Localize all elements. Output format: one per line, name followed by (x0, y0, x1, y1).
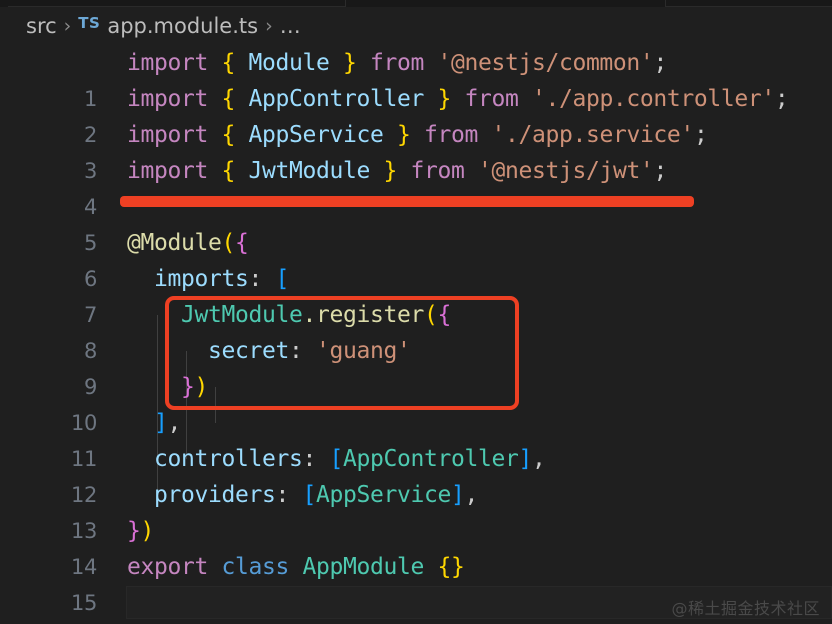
token-semicolon: ; (653, 50, 667, 76)
token-keyword-from: from (464, 86, 519, 112)
token-bracket-close: ] (518, 446, 532, 472)
token-class-appservice: AppService (315, 482, 451, 508)
token-brace-pair: {} (437, 554, 465, 580)
token-identifier-appservice: AppService (248, 122, 384, 148)
token-class-appcontroller: AppController (342, 446, 519, 472)
editor-tab-bar[interactable] (0, 0, 832, 7)
breadcrumb-folder[interactable]: src (26, 14, 57, 38)
line-content[interactable]: import { Module } from '@nestjs/common'; (127, 45, 667, 81)
token-brace-close: } (396, 122, 411, 148)
token-string-app-controller: './app.controller' (531, 86, 775, 112)
token-keyword-import: import (127, 50, 208, 76)
line-content[interactable]: ], (127, 405, 181, 441)
code-line[interactable]: 14 }) (0, 513, 832, 579)
line-content[interactable]: import { JwtModule } from '@nestjs/jwt'; (127, 153, 667, 189)
code-line[interactable]: 11 ], (0, 405, 832, 471)
chevron-right-icon: › (63, 15, 72, 37)
breadcrumb-symbol-ellipsis[interactable]: … (280, 14, 301, 38)
token-keyword-import: import (127, 158, 208, 184)
token-bracket-open: [ (275, 266, 289, 292)
token-colon: : (302, 446, 316, 472)
token-bracket-close: ] (154, 410, 168, 436)
token-identifier-module: Module (248, 50, 330, 76)
token-property-imports: imports (154, 266, 249, 292)
token-brace-close: } (383, 158, 397, 184)
token-string-nestjs-jwt: '@nestjs/jwt' (477, 158, 654, 184)
code-line[interactable]: 2 import { AppController } from './app.c… (0, 81, 832, 147)
token-keyword-from: from (410, 158, 465, 184)
token-brace-open: { (221, 86, 235, 112)
token-comma: , (531, 446, 546, 472)
token-keyword-class: class (221, 554, 289, 580)
token-keyword-from: from (369, 50, 424, 76)
breadcrumb[interactable]: src › TS app.module.ts › … (0, 7, 832, 45)
token-brace-open: { (221, 158, 235, 184)
token-semicolon: ; (693, 122, 708, 148)
token-comma: , (464, 482, 478, 508)
code-line[interactable]: 12 controllers: [AppController], (0, 441, 832, 507)
code-line[interactable]: 5 (0, 189, 832, 255)
annotation-red-rectangle (165, 296, 519, 410)
code-line[interactable]: 3 import { AppService } from './app.serv… (0, 117, 832, 183)
line-content[interactable]: controllers: [AppController], (127, 441, 546, 477)
token-string-nestjs-common: '@nestjs/common' (437, 50, 654, 76)
line-content[interactable]: import { AppController } from './app.con… (127, 81, 789, 117)
token-string-app-service: './app.service' (491, 122, 694, 148)
line-content[interactable]: import { AppService } from './app.servic… (127, 117, 708, 153)
line-content[interactable]: providers: [AppService], (127, 477, 478, 513)
token-identifier-appcontroller: AppController (248, 86, 424, 112)
token-brace-close: } (437, 86, 451, 112)
token-bracket-open: [ (329, 446, 343, 472)
tab-separator (345, 0, 346, 7)
line-content[interactable]: export class AppModule {} (127, 549, 465, 585)
token-colon: : (275, 482, 289, 508)
line-content[interactable]: imports: [ (127, 261, 289, 297)
token-property-controllers: controllers (154, 446, 303, 472)
token-keyword-from: from (423, 122, 478, 148)
token-keyword-import: import (127, 86, 208, 112)
token-paren-open: ( (221, 230, 235, 256)
code-line[interactable]: 6 @Module({ (0, 225, 832, 291)
token-comma: , (167, 410, 182, 436)
code-line[interactable]: 1 import { Module } from '@nestjs/common… (0, 45, 832, 111)
token-property-providers: providers (154, 482, 276, 508)
line-content[interactable]: }) (127, 513, 154, 549)
token-identifier-jwtmodule: JwtModule (248, 158, 370, 184)
token-brace-open: { (221, 122, 235, 148)
code-line[interactable]: 13 providers: [AppService], (0, 477, 832, 543)
vscode-editor-window: src › TS app.module.ts › … 1 import { Mo… (0, 0, 832, 624)
code-line[interactable]: 4 import { JwtModule } from '@nestjs/jwt… (0, 153, 832, 219)
code-line[interactable]: 15 export class AppModule {} (0, 549, 832, 615)
token-brace-close: } (127, 518, 141, 544)
token-colon: : (248, 266, 262, 292)
breadcrumb-file[interactable]: app.module.ts (107, 14, 258, 38)
token-keyword-export: export (127, 554, 208, 580)
token-bracket-close: ] (450, 482, 465, 508)
token-brace-open: { (221, 50, 235, 76)
token-class-appmodule: AppModule (302, 554, 424, 580)
watermark: @稀土掘金技术社区 (671, 599, 820, 618)
token-bracket-open: [ (302, 482, 316, 508)
token-decorator-module: @Module (127, 230, 222, 256)
typescript-file-icon: TS (78, 14, 101, 32)
line-content[interactable]: @Module({ (127, 225, 249, 261)
code-line[interactable]: 7 imports: [ (0, 261, 832, 327)
token-paren-close: ) (140, 518, 155, 544)
annotation-red-underline (120, 196, 694, 207)
token-brace-open: { (234, 230, 249, 256)
token-semicolon: ; (774, 86, 789, 112)
token-brace-close: } (342, 50, 357, 76)
token-semicolon: ; (653, 158, 667, 184)
chevron-right-icon: › (265, 15, 273, 37)
token-keyword-import: import (127, 122, 208, 148)
